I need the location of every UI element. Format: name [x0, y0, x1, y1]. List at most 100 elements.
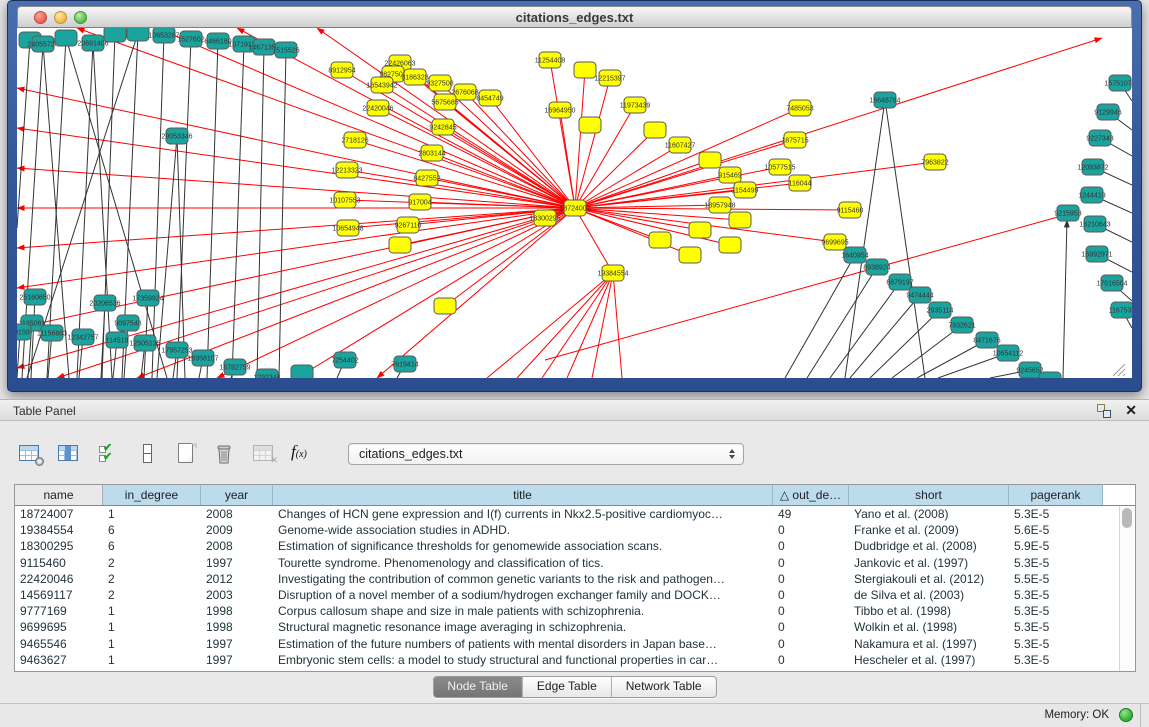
graph-node[interactable]: 11607427 — [665, 137, 696, 153]
graph-node[interactable]: 1154499 — [732, 182, 759, 198]
graph-node[interactable]: 10654112 — [993, 345, 1024, 361]
graph-node[interactable] — [55, 30, 77, 46]
graph-node[interactable]: 9242845 — [429, 119, 456, 135]
graph-node[interactable]: 8186328 — [401, 69, 428, 85]
function-builder-icon[interactable]: f(x) — [291, 442, 321, 466]
graph-node[interactable]: 116044 — [789, 175, 812, 191]
graph-node[interactable] — [574, 62, 596, 78]
graph-edge[interactable] — [17, 208, 575, 248]
graph-node[interactable]: 1875715 — [781, 132, 808, 148]
tab-node-table[interactable]: Node Table — [433, 677, 522, 697]
table-selector-dropdown[interactable]: citations_edges.txt — [348, 443, 744, 465]
graph-node[interactable]: 1292344 — [253, 369, 280, 378]
graph-node[interactable]: 12213323 — [331, 162, 362, 178]
graph-node[interactable]: 8471676 — [973, 332, 1000, 348]
graph-edge[interactable] — [257, 47, 264, 378]
graph-edge[interactable] — [157, 28, 575, 208]
graph-edge[interactable] — [785, 255, 855, 378]
graph-node[interactable] — [291, 365, 313, 378]
graph-node[interactable]: 9267110 — [395, 217, 422, 233]
graph-edge[interactable] — [232, 44, 244, 378]
graph-node[interactable]: 16543942 — [366, 77, 397, 93]
graph-node[interactable]: 1244419 — [1078, 187, 1105, 203]
graph-node[interactable]: 2803144 — [418, 145, 445, 161]
graph-node[interactable]: 16782759 — [219, 359, 250, 375]
column-header-title[interactable]: title — [273, 485, 773, 505]
graph-node[interactable]: 15992971 — [1081, 246, 1112, 262]
graph-edge[interactable] — [575, 208, 700, 230]
create-table-icon[interactable] — [174, 442, 200, 466]
table-row[interactable]: 911546021997Tourette syndrome. Phenomeno… — [15, 555, 1135, 571]
table-row[interactable]: 2242004622012Investigating the contribut… — [15, 571, 1135, 587]
delete-column-icon[interactable]: ✕ — [252, 442, 278, 466]
graph-edge[interactable] — [77, 28, 575, 208]
graph-node[interactable]: 2718126 — [341, 132, 368, 148]
graph-node[interactable]: 9115460 — [837, 202, 864, 218]
graph-node[interactable]: 11254408 — [535, 52, 566, 68]
graph-node[interactable]: 39159 — [17, 324, 31, 340]
graph-node[interactable]: 10577515 — [764, 159, 795, 175]
graph-node[interactable]: 20206536 — [89, 295, 120, 311]
graph-node[interactable]: 15751074 — [1104, 75, 1132, 91]
graph-node[interactable]: 29053346 — [161, 128, 192, 144]
graph-edge[interactable] — [17, 208, 575, 368]
graph-node[interactable]: 9474444 — [906, 287, 933, 303]
table-row[interactable]: 1872400712008Changes of HCN gene express… — [15, 506, 1135, 522]
graph-edge[interactable] — [487, 273, 613, 378]
graph-edge[interactable] — [355, 140, 575, 208]
graph-edge[interactable] — [382, 85, 575, 208]
graph-edge[interactable] — [613, 273, 622, 378]
canvas-resize-grip[interactable] — [1113, 364, 1125, 376]
close-panel-icon[interactable]: ✕ — [1125, 402, 1137, 419]
column-header-pagerank[interactable]: pagerank — [1009, 485, 1103, 505]
window-titlebar[interactable]: citations_edges.txt — [17, 6, 1132, 28]
graph-edge[interactable] — [892, 325, 962, 378]
table-row[interactable]: 969969511998Structural magnetic resonanc… — [15, 619, 1135, 635]
graph-node[interactable]: 16958107 — [187, 350, 218, 366]
graph-edge[interactable] — [17, 40, 30, 228]
column-visibility-icon[interactable] — [57, 442, 83, 466]
graph-node[interactable]: 2935114 — [927, 302, 954, 318]
graph-node[interactable]: 18300295 — [529, 210, 560, 226]
memory-status-indicator[interactable] — [1119, 708, 1133, 722]
graph-node[interactable] — [699, 152, 721, 168]
tab-network-table[interactable]: Network Table — [611, 677, 716, 697]
graph-node[interactable]: 7515526 — [272, 42, 299, 58]
graph-node[interactable]: 5675685 — [431, 94, 458, 110]
graph-node[interactable]: 12093872 — [1077, 159, 1108, 175]
graph-node[interactable]: 9129946 — [1094, 104, 1121, 120]
graph-node[interactable]: 10107553 — [329, 192, 360, 208]
graph-node[interactable]: 17359924 — [132, 290, 163, 306]
graph-node[interactable] — [719, 237, 741, 253]
graph-node[interactable] — [649, 232, 671, 248]
graph-node[interactable]: 19384554 — [597, 265, 628, 281]
graph-node[interactable]: 22420046 — [362, 100, 393, 116]
graph-node[interactable]: 917004 — [408, 194, 431, 210]
graph-node[interactable]: 7963822 — [921, 154, 948, 170]
graph-edge[interactable] — [317, 28, 575, 208]
delete-table-icon[interactable] — [213, 442, 239, 466]
graph-node[interactable]: 7254402 — [331, 352, 358, 368]
graph-node[interactable]: 18724007 — [559, 200, 590, 216]
graph-edge[interactable] — [567, 273, 613, 378]
column-header-year[interactable]: year — [201, 485, 273, 505]
column-header-name[interactable]: name — [15, 485, 103, 505]
graph-edge[interactable] — [830, 282, 900, 378]
graph-node[interactable]: 915469 — [718, 167, 741, 183]
graph-edge[interactable] — [31, 297, 35, 378]
graph-node[interactable]: 9699695 — [821, 234, 848, 250]
graph-edge[interactable] — [845, 100, 885, 378]
select-rows-icon[interactable]: ✔ ✔ — [96, 442, 122, 466]
table-row[interactable]: 946554611997Estimation of the future num… — [15, 636, 1135, 652]
graph-edge[interactable] — [560, 110, 575, 208]
graph-edge[interactable] — [101, 303, 105, 378]
graph-node[interactable]: 8912954 — [328, 62, 355, 78]
row-height-icon[interactable] — [135, 442, 161, 466]
graph-edge[interactable] — [575, 70, 585, 208]
table-row[interactable]: 1938455462009Genome-wide association stu… — [15, 522, 1135, 538]
graph-node[interactable]: 7932621 — [948, 317, 975, 333]
graph-node[interactable]: 16648784 — [869, 92, 900, 108]
graph-node[interactable] — [389, 237, 411, 253]
graph-node[interactable]: 17016504 — [1096, 275, 1127, 291]
graph-node[interactable]: 8454749 — [476, 90, 503, 106]
